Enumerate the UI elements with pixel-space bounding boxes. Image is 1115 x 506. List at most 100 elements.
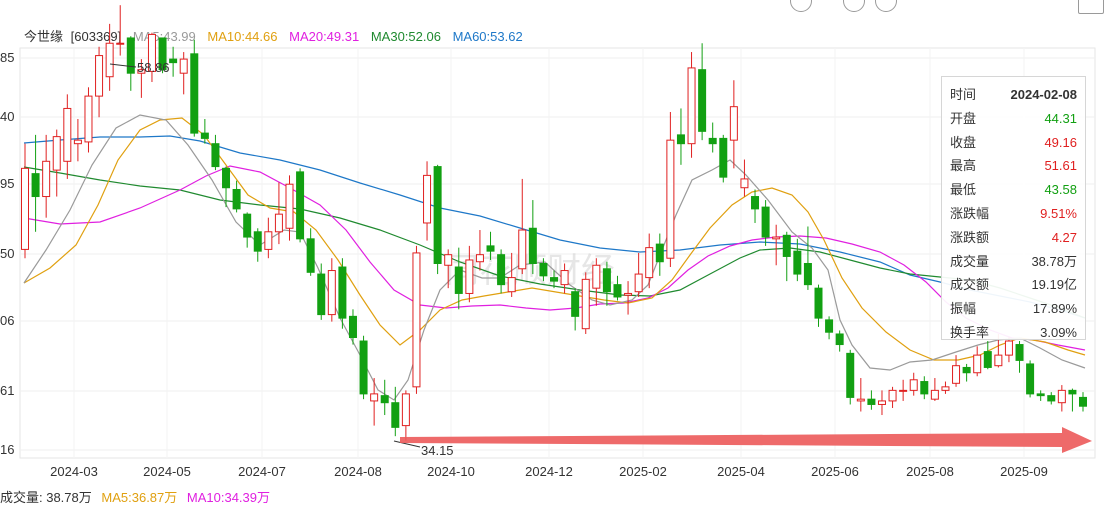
candle [433, 164, 442, 275]
candle-body [719, 137, 728, 178]
candle [370, 378, 379, 426]
candle [1015, 341, 1024, 373]
candle-body [21, 167, 29, 250]
candle-body [169, 58, 178, 64]
candle [1026, 360, 1035, 398]
candle [634, 252, 643, 297]
ma30-line [23, 166, 1086, 319]
x-tick-label: 2024-07 [238, 464, 286, 479]
candle [729, 80, 738, 169]
candle-body [729, 106, 738, 141]
data-tooltip: 时间 2024-02-08 开盘 44.31 收盘 49.16 最高 51.61 最低 43.58… [941, 76, 1086, 340]
candle [1047, 392, 1056, 405]
x-tick-label: 2024-08 [334, 464, 382, 479]
candle [21, 143, 29, 259]
candle-body [803, 262, 812, 286]
tooltip-label: 成交量 [950, 253, 990, 269]
candle [105, 23, 114, 91]
candle [232, 180, 241, 213]
tooltip-row: 涨跌额 4.27 [950, 226, 1077, 250]
candle-body [232, 188, 241, 210]
y-tick-label: 50 [0, 246, 14, 261]
candle [1036, 390, 1045, 401]
candle-body [952, 365, 961, 384]
y-tick-label: 06 [0, 313, 14, 328]
candle-body [624, 292, 633, 296]
candle-body [1036, 393, 1045, 397]
candle [930, 378, 939, 401]
tooltip-label: 最低 [950, 182, 977, 198]
candle-body [740, 178, 749, 189]
candle-body [856, 398, 865, 402]
candle-body [327, 270, 336, 316]
candle [613, 275, 622, 301]
candle [327, 258, 336, 322]
candle-body [941, 386, 950, 391]
candle-body [560, 270, 569, 286]
candle [518, 178, 527, 275]
candle [708, 122, 717, 153]
candle-body [581, 278, 590, 330]
tooltip-label: 涨跌幅 [950, 205, 990, 221]
candle-body [761, 206, 770, 238]
candle [782, 231, 791, 282]
ma10-line [23, 117, 1086, 361]
candle [84, 87, 93, 153]
candle-body [274, 213, 283, 233]
candle [899, 379, 908, 401]
candle-body [190, 53, 199, 134]
candle-body [95, 55, 104, 97]
candle-body [687, 67, 696, 145]
candle-body [888, 389, 897, 402]
tooltip-row: 成交量 38.78万 [950, 250, 1077, 274]
candle-body [877, 400, 886, 405]
candle-body [518, 229, 527, 270]
candle-body [814, 287, 823, 319]
candle [655, 233, 664, 276]
candle-body [613, 284, 622, 298]
x-tick-label: 2024-03 [50, 464, 98, 479]
candle-body [1057, 389, 1066, 404]
candle-body [179, 58, 188, 74]
tooltip-row: 成交额 19.19亿 [950, 273, 1077, 297]
candle-body [835, 333, 844, 346]
candle-body [962, 366, 971, 374]
x-tick-label: 2025-06 [811, 464, 859, 479]
candle-body [539, 262, 548, 277]
candle-body [52, 136, 61, 171]
candle-body [899, 389, 908, 392]
candle [42, 134, 51, 218]
candle-body [930, 389, 939, 400]
candle-body [359, 340, 368, 395]
candle-body [698, 69, 707, 132]
tooltip-row: 换手率 3.09% [950, 321, 1077, 345]
candle-body [634, 273, 643, 293]
candle-body [909, 379, 918, 391]
y-tick-label: 95 [0, 176, 14, 191]
candle [920, 376, 929, 400]
tooltip-value: 9.51% [1040, 205, 1077, 221]
candle [253, 228, 262, 262]
tooltip-row: 涨跌幅 9.51% [950, 202, 1077, 226]
candle-body [486, 245, 495, 252]
candle [687, 52, 696, 158]
tooltip-value: 49.16 [1044, 134, 1077, 150]
candle-body [348, 315, 357, 338]
candle-body [1079, 396, 1087, 407]
tooltip-value: 51.61 [1044, 158, 1077, 174]
candle [962, 363, 971, 382]
tooltip-label: 收盘 [950, 134, 977, 150]
candle-body [63, 107, 72, 162]
candle-body [243, 213, 252, 238]
tooltip-label: 成交额 [950, 277, 990, 293]
candle [666, 111, 675, 268]
tooltip-row: 最高 51.61 [950, 154, 1077, 178]
candle-body [1068, 389, 1077, 395]
x-tick-label: 2024-10 [427, 464, 475, 479]
candle-body [666, 139, 675, 259]
candle [306, 228, 315, 276]
candle-body [602, 268, 611, 293]
candle-body [571, 291, 580, 317]
candle-body [793, 250, 802, 275]
candle [772, 224, 781, 266]
